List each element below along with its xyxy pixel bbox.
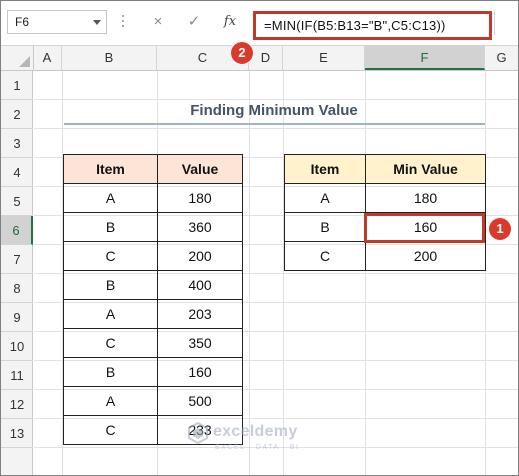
column-header-a[interactable]: A	[33, 46, 62, 70]
cell-value[interactable]: 400	[157, 270, 243, 300]
cell-value[interactable]: 200	[157, 241, 243, 271]
header-item[interactable]: Item	[284, 154, 366, 184]
column-header-e[interactable]: E	[283, 46, 365, 70]
column-header-g[interactable]: G	[485, 46, 518, 70]
name-box[interactable]: F6	[7, 10, 107, 34]
sheet-title: Finding Minimum Value	[190, 102, 358, 119]
cell-item[interactable]: A	[63, 183, 158, 213]
row-header-12[interactable]: 12	[1, 390, 33, 419]
table-row: C 200	[284, 241, 486, 271]
watermark-logo: exceldemy EXCEL · DATA · BI	[187, 420, 327, 460]
formula-text: =MIN(IF(B5:B13="B",C5:C13))	[264, 18, 446, 33]
cell-value[interactable]: 180	[157, 183, 243, 213]
row-header-13[interactable]: 13	[1, 419, 33, 448]
table-row: C 350	[63, 328, 243, 358]
column-header-f[interactable]: F	[365, 46, 485, 70]
row-header-7[interactable]: 7	[1, 245, 33, 274]
column-header-row: A B C D E F G	[1, 46, 518, 71]
callout-2-badge: 2	[231, 42, 253, 64]
cell-item[interactable]: C	[284, 241, 366, 271]
column-header-d[interactable]: D	[249, 46, 283, 70]
exceldemy-logo-icon	[188, 422, 208, 444]
table-row: A 180	[63, 183, 243, 213]
selected-cell-highlight[interactable]	[364, 213, 485, 243]
header-value[interactable]: Value	[157, 154, 243, 184]
table-row: B 360	[63, 212, 243, 242]
table-header-row: Item Min Value	[284, 154, 486, 184]
row-header-5[interactable]: 5	[1, 187, 33, 216]
row-header-4[interactable]: 4	[1, 158, 33, 187]
cell-value[interactable]: 160	[157, 357, 243, 387]
header-item[interactable]: Item	[63, 154, 158, 184]
cell-value[interactable]: 360	[157, 212, 243, 242]
table-row: A 180	[284, 183, 486, 213]
cell-item[interactable]: B	[284, 212, 366, 242]
formula-bar: F6 × ✓ fx =MIN(IF(B5:B13="B",C5:C13))	[1, 1, 518, 46]
header-min-value[interactable]: Min Value	[365, 154, 486, 184]
cell-item[interactable]: C	[63, 328, 158, 358]
cell-min-value[interactable]: 200	[365, 241, 486, 271]
table-row: C 200	[63, 241, 243, 271]
formula-buttons: × ✓ fx	[141, 10, 249, 34]
row-header-column: 1 2 3 4 5 6 7 8 9 10 11 12 13	[1, 71, 33, 475]
cell-item[interactable]: B	[63, 270, 158, 300]
chevron-down-icon[interactable]	[93, 20, 101, 25]
select-all-button[interactable]	[1, 46, 34, 70]
row-header-8[interactable]: 8	[1, 274, 33, 303]
table-row: A 500	[63, 386, 243, 416]
table-row: A 203	[63, 299, 243, 329]
table-row: B 400	[63, 270, 243, 300]
cell-value[interactable]: 203	[157, 299, 243, 329]
cell-item[interactable]: A	[284, 183, 366, 213]
row-header-9[interactable]: 9	[1, 303, 33, 332]
insert-function-icon[interactable]: fx	[217, 10, 243, 34]
watermark-tagline: EXCEL · DATA · BI	[215, 444, 300, 451]
cell-min-value[interactable]: 180	[365, 183, 486, 213]
drag-handle-icon[interactable]	[122, 15, 125, 31]
column-header-b[interactable]: B	[62, 46, 157, 70]
formula-input[interactable]: =MIN(IF(B5:B13="B",C5:C13))	[253, 11, 492, 40]
cell-item[interactable]: C	[63, 241, 158, 271]
row-header-1[interactable]: 1	[1, 71, 33, 100]
cell-item[interactable]: C	[63, 415, 158, 445]
row-header-6[interactable]: 6	[1, 216, 33, 245]
table-header-row: Item Value	[63, 154, 243, 184]
row-header-10[interactable]: 10	[1, 332, 33, 361]
spreadsheet-window: F6 × ✓ fx =MIN(IF(B5:B13="B",C5:C13)) A …	[0, 0, 519, 476]
enter-icon[interactable]: ✓	[181, 10, 207, 34]
watermark-name: exceldemy	[213, 423, 298, 440]
cell-value[interactable]: 350	[157, 328, 243, 358]
cell-item[interactable]: B	[63, 357, 158, 387]
cell-item[interactable]: A	[63, 386, 158, 416]
cancel-icon[interactable]: ×	[145, 10, 171, 34]
callout-1-badge: 1	[489, 218, 511, 240]
data-table: Item Value A 180 B 360 C 200 B 400 A 203 C 350…	[63, 154, 243, 445]
row-header-11[interactable]: 11	[1, 361, 33, 390]
cell-value[interactable]: 500	[157, 386, 243, 416]
name-box-value: F6	[15, 15, 30, 29]
cell-item[interactable]: A	[63, 299, 158, 329]
table-row: B 160	[63, 357, 243, 387]
row-header-2[interactable]: 2	[1, 100, 33, 129]
title-underline	[64, 123, 485, 125]
row-header-3[interactable]: 3	[1, 129, 33, 158]
formula-bar-divider	[494, 11, 495, 35]
cell-item[interactable]: B	[63, 212, 158, 242]
